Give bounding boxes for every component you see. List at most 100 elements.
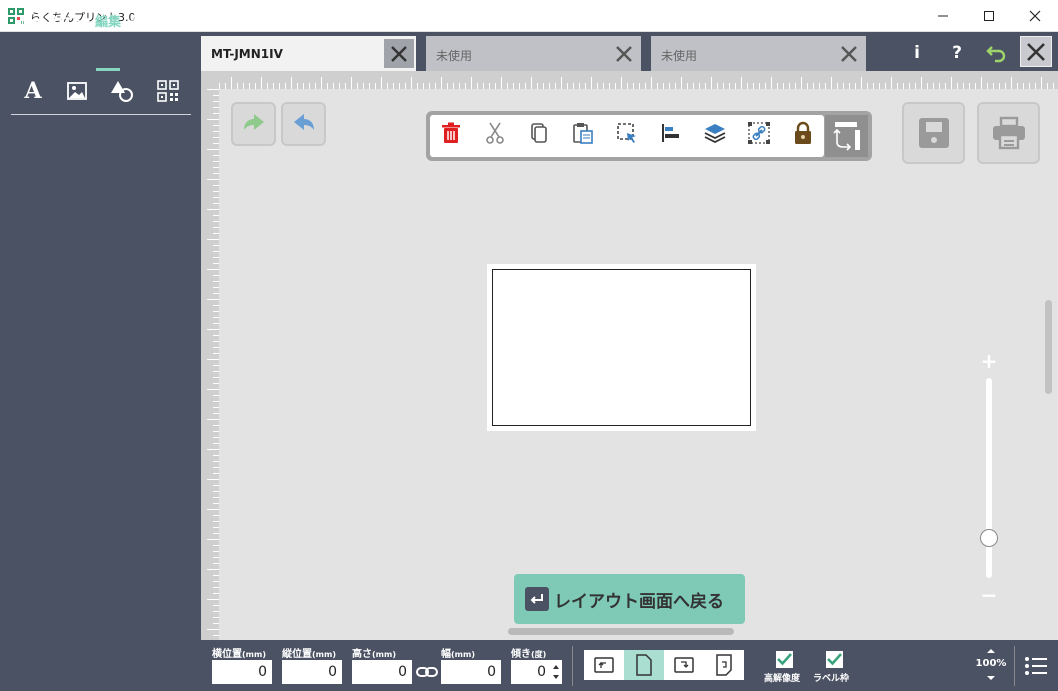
horizontal-scrollbar[interactable] <box>508 628 734 635</box>
redo-icon <box>293 114 314 130</box>
doc-tab-2[interactable]: 未使用 <box>426 36 641 71</box>
x-position-label: 横位置(mm) <box>212 649 266 660</box>
zoom-select[interactable]: 100% <box>974 645 1008 689</box>
bottom-divider <box>1014 646 1015 686</box>
page-portrait-icon <box>636 654 652 676</box>
close-icon <box>841 45 857 62</box>
close-icon <box>1029 10 1041 22</box>
rotate-view-button[interactable] <box>825 115 868 157</box>
qrcode-tool-button[interactable] <box>155 78 181 104</box>
label-preview[interactable] <box>487 264 756 431</box>
back-to-layout-button[interactable]: レイアウト画面へ戻る <box>514 574 745 624</box>
width-label: 幅(mm) <box>441 649 475 660</box>
redo-button[interactable] <box>281 102 326 146</box>
text-tool-button[interactable]: A <box>20 78 46 104</box>
checkmark-icon <box>827 653 842 666</box>
undo-icon <box>243 114 264 130</box>
image-tool-button[interactable] <box>64 78 90 104</box>
cut-icon <box>486 122 504 144</box>
rotate-view-icon <box>832 122 860 151</box>
tab-layout[interactable]: レイアウト <box>19 11 84 30</box>
delete-icon <box>442 122 460 143</box>
shape-icon <box>111 81 133 102</box>
zoom-slider-thumb[interactable] <box>980 529 998 547</box>
zoom-in-button[interactable]: + <box>980 351 998 371</box>
rotate-right-button[interactable] <box>664 650 704 680</box>
bottom-divider <box>572 646 573 686</box>
close-icon <box>1027 42 1045 61</box>
label-frame-label: ラベル枠 <box>813 674 850 684</box>
aspect-link-button[interactable] <box>416 663 438 681</box>
panel-divider <box>11 114 191 115</box>
chain-link-icon <box>416 667 438 677</box>
paste-icon <box>573 123 593 144</box>
label-border <box>492 269 751 426</box>
layers-button[interactable] <box>703 121 727 145</box>
doc-tab-close-button[interactable] <box>384 39 414 68</box>
high-resolution-checkbox[interactable] <box>776 651 793 668</box>
minimize-button[interactable] <box>920 0 966 32</box>
doc-tab-label: MT-JMN1IV <box>211 47 283 61</box>
layers-icon <box>704 124 726 144</box>
rotate-left-button[interactable] <box>584 650 624 680</box>
edit-toolbar <box>426 111 872 161</box>
vertical-ruler <box>201 89 219 640</box>
close-document-button[interactable] <box>1020 36 1052 67</box>
close-icon <box>616 45 632 62</box>
doc-tab-close-button[interactable] <box>609 39 639 68</box>
back-button-label: レイアウト画面へ戻る <box>554 592 724 612</box>
cut-button[interactable] <box>483 121 507 145</box>
window-close-button[interactable] <box>1012 0 1058 32</box>
save-button[interactable] <box>902 102 965 164</box>
lock-button[interactable] <box>791 121 815 145</box>
vertical-scrollbar[interactable] <box>1045 300 1052 394</box>
delete-button[interactable] <box>439 121 463 145</box>
group-link-button[interactable] <box>747 121 771 145</box>
select-button[interactable] <box>615 121 639 145</box>
maximize-icon <box>984 11 994 21</box>
zoom-value: 100% <box>975 658 1007 669</box>
angle-input[interactable]: 0 <box>511 660 551 684</box>
doc-tab-1[interactable]: MT-JMN1IV <box>201 36 416 71</box>
print-button[interactable] <box>977 102 1040 164</box>
doc-tab-close-button[interactable] <box>834 39 864 68</box>
x-position-input[interactable]: 0 <box>212 660 272 684</box>
maximize-button[interactable] <box>966 0 1012 32</box>
info-button[interactable]: i <box>903 38 931 68</box>
tab-merge[interactable]: 差し込み <box>130 11 182 30</box>
angle-label: 傾き(度) <box>511 649 547 660</box>
label-frame-checkbox[interactable] <box>826 651 843 668</box>
rotate-left-icon <box>594 657 614 673</box>
chevron-up-icon <box>987 649 995 653</box>
save-icon <box>918 118 949 148</box>
y-position-input[interactable]: 0 <box>282 660 342 684</box>
select-icon <box>617 123 636 143</box>
align-icon <box>662 124 679 142</box>
undo-layout-button[interactable] <box>983 38 1011 68</box>
zoom-slider-track[interactable] <box>986 378 992 578</box>
enter-icon <box>525 587 549 611</box>
rotate-180-button[interactable] <box>704 650 744 680</box>
copy-icon <box>531 123 547 143</box>
stepper-arrows-icon <box>553 665 559 679</box>
lock-icon <box>795 121 811 144</box>
height-input[interactable]: 0 <box>352 660 412 684</box>
help-button[interactable]: ? <box>943 38 971 68</box>
align-button[interactable] <box>659 121 683 145</box>
angle-stepper[interactable] <box>550 660 562 684</box>
menu-button[interactable] <box>1024 655 1048 677</box>
doc-tab-3[interactable]: 未使用 <box>651 36 866 71</box>
horizontal-ruler <box>201 71 1058 89</box>
left-panel <box>0 71 201 691</box>
tab-edit[interactable]: 編集 <box>95 11 121 30</box>
undo-button[interactable] <box>231 102 276 146</box>
zoom-out-button[interactable]: − <box>980 585 998 605</box>
copy-button[interactable] <box>527 121 551 145</box>
shape-tool-button[interactable] <box>109 78 135 104</box>
paste-button[interactable] <box>571 121 595 145</box>
height-label: 高さ(mm) <box>352 649 396 660</box>
width-input[interactable]: 0 <box>441 660 501 684</box>
text-icon: A <box>24 78 42 104</box>
link-icon <box>748 122 770 144</box>
rotate-none-button[interactable] <box>624 650 664 680</box>
